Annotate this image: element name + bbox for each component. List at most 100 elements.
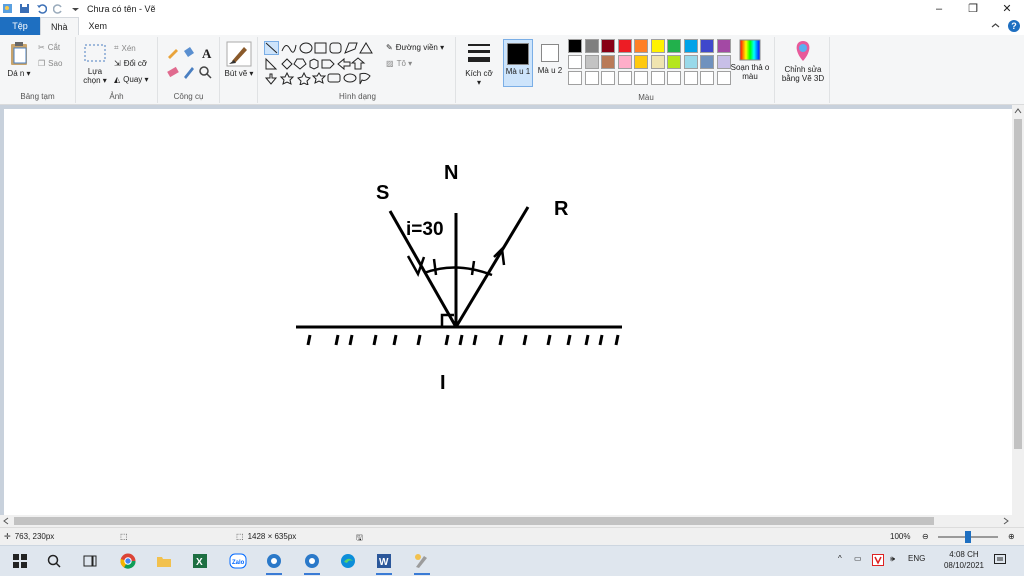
zalo-taskbar-button[interactable]: Zalo: [226, 550, 250, 572]
word-taskbar-button[interactable]: W: [372, 550, 396, 575]
zoom-in-button[interactable]: ⊕: [1008, 532, 1015, 541]
copy-button[interactable]: ❐ Sao: [38, 59, 62, 68]
horizontal-scroll-thumb[interactable]: [14, 517, 934, 525]
color-swatch[interactable]: [601, 39, 615, 53]
battery-icon[interactable]: ▭: [854, 554, 862, 563]
excel-icon: X: [193, 554, 207, 568]
collapse-ribbon-icon[interactable]: [991, 21, 1000, 32]
color-swatch[interactable]: [584, 39, 599, 53]
show-hidden-icons[interactable]: ^: [838, 554, 842, 563]
color-swatch[interactable]: [634, 71, 648, 85]
save-icon[interactable]: [19, 3, 30, 14]
color-swatch[interactable]: [700, 71, 714, 85]
color-swatch[interactable]: [568, 39, 582, 53]
customize-quick-access-icon[interactable]: [70, 3, 81, 14]
color-swatch[interactable]: [568, 55, 582, 69]
color-swatch[interactable]: [683, 39, 698, 53]
close-button[interactable]: ✕: [990, 0, 1024, 17]
undo-icon[interactable]: [36, 3, 48, 14]
eraser-icon[interactable]: [167, 66, 179, 78]
help-icon[interactable]: ?: [1008, 20, 1020, 32]
outline-button[interactable]: ✎ Đường viền ▾: [386, 43, 444, 52]
text-icon[interactable]: A: [202, 46, 212, 61]
zoom-slider-thumb[interactable]: [965, 531, 971, 543]
color-swatch[interactable]: [634, 55, 648, 69]
scroll-right-icon[interactable]: [1002, 517, 1010, 525]
pencil-icon[interactable]: [168, 49, 178, 59]
color-swatch[interactable]: [683, 71, 698, 85]
outline-icon: ✎: [386, 43, 393, 52]
edit-colors-button[interactable]: Soạn thả o màu: [730, 39, 770, 81]
paint3d-button[interactable]: Chỉnh sửa bằng Vẽ 3D: [777, 39, 829, 83]
magnifier-icon[interactable]: [199, 66, 212, 79]
vpn-tray-icon[interactable]: [872, 554, 884, 568]
color-swatch[interactable]: [667, 71, 681, 85]
mirror-hatching: [306, 334, 620, 346]
edge-taskbar-button[interactable]: [336, 550, 360, 572]
color-swatch[interactable]: [584, 71, 599, 85]
minimize-button[interactable]: –: [922, 0, 956, 17]
volume-icon[interactable]: 🕪: [890, 554, 895, 564]
cut-button[interactable]: ✂ Cắt: [38, 43, 60, 52]
file-explorer-taskbar-button[interactable]: [152, 550, 176, 572]
task-view-button[interactable]: [78, 550, 102, 572]
color-swatch[interactable]: [650, 71, 665, 85]
horizontal-scrollbar[interactable]: [0, 515, 1024, 527]
vertical-scrollbar[interactable]: [1012, 105, 1024, 515]
color-swatch[interactable]: [584, 55, 599, 69]
paint-taskbar-button[interactable]: [410, 550, 434, 575]
redo-icon[interactable]: [52, 3, 64, 14]
fill-button[interactable]: ▨ Tô ▾: [386, 59, 412, 68]
color-swatch[interactable]: [650, 55, 665, 69]
color1-button[interactable]: Mà u 1: [503, 39, 533, 87]
brushes-button[interactable]: Bút vẽ ▾: [224, 41, 254, 78]
color-swatch[interactable]: [716, 71, 731, 85]
color2-button[interactable]: Mà u 2: [536, 39, 564, 87]
color-swatch[interactable]: [601, 55, 615, 69]
vertical-scroll-thumb[interactable]: [1014, 119, 1022, 449]
paint-app-icon[interactable]: [2, 3, 13, 14]
crop-button[interactable]: ⌗ Xén: [114, 43, 136, 53]
color-swatch[interactable]: [716, 39, 731, 53]
excel-taskbar-button[interactable]: X: [188, 550, 212, 572]
select-button[interactable]: Lựa chọn ▾: [80, 41, 110, 85]
tab-file[interactable]: Tệp: [0, 17, 40, 35]
size-button[interactable]: Kích cỡ ▾: [464, 41, 494, 87]
scroll-up-icon[interactable]: [1014, 107, 1022, 115]
shapes-gallery[interactable]: [264, 41, 382, 85]
color-swatch[interactable]: [601, 71, 615, 85]
resize-button[interactable]: ⇲ Đổi cỡ: [114, 59, 147, 68]
language-indicator[interactable]: ENG: [908, 554, 925, 563]
app-taskbar-button-2[interactable]: [300, 550, 324, 575]
tab-home[interactable]: Nhà: [40, 17, 79, 35]
group-label-shapes: Hình dạng: [339, 92, 376, 101]
color-swatch[interactable]: [683, 55, 698, 69]
color1-swatch: [507, 43, 529, 65]
app-taskbar-button-1[interactable]: [262, 550, 286, 575]
color-swatch[interactable]: [617, 55, 632, 69]
scroll-left-icon[interactable]: [2, 517, 10, 525]
paste-button[interactable]: Dá n ▾: [6, 41, 32, 78]
color-swatch[interactable]: [617, 71, 632, 85]
start-button[interactable]: [8, 550, 32, 572]
tab-view[interactable]: Xem: [79, 17, 118, 35]
color-swatch[interactable]: [568, 71, 582, 85]
color-picker-icon[interactable]: [184, 67, 194, 79]
zoom-out-button[interactable]: ⊖: [922, 532, 929, 541]
chrome-taskbar-button[interactable]: [116, 550, 140, 572]
color-swatch[interactable]: [667, 39, 681, 53]
search-button[interactable]: [42, 550, 66, 572]
restore-button[interactable]: ❐: [956, 0, 990, 17]
notifications-icon[interactable]: [994, 554, 1006, 568]
rotate-button[interactable]: ◭ Quay ▾: [114, 75, 149, 84]
color-swatch[interactable]: [667, 55, 681, 69]
color-swatch[interactable]: [700, 55, 714, 69]
clock[interactable]: 4:08 CH 08/10/2021: [944, 549, 984, 571]
color-swatch[interactable]: [617, 39, 632, 53]
color-swatch[interactable]: [716, 55, 731, 69]
fill-bucket-icon[interactable]: [184, 47, 194, 57]
color-swatch[interactable]: [650, 39, 665, 53]
color-swatch[interactable]: [634, 39, 648, 53]
color-swatch[interactable]: [700, 39, 714, 53]
drawing-canvas[interactable]: N S R I i=30: [4, 109, 1012, 515]
